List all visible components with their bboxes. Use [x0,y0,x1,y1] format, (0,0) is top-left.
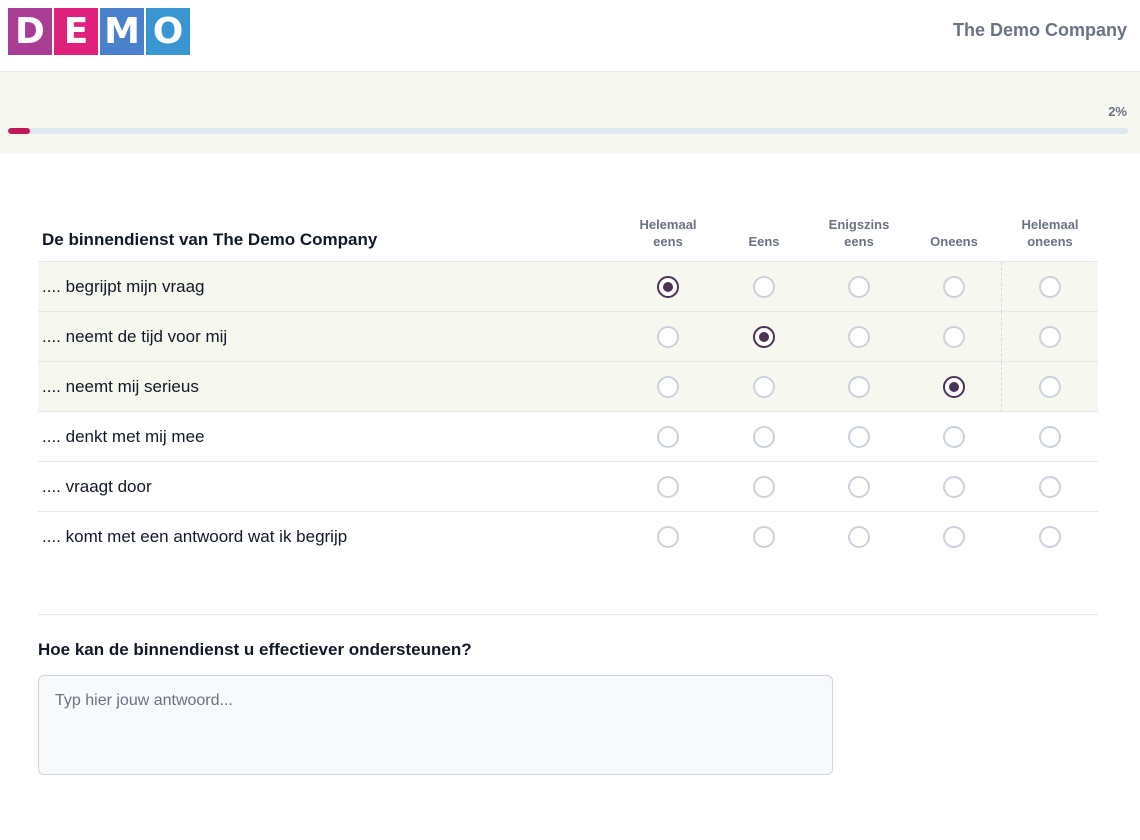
column-separator [1001,362,1002,412]
matrix-rows: .... begrijpt mijn vraag .... neemt de ti… [38,262,1098,562]
demo-logo: D E M O [8,8,190,55]
rating-radio[interactable] [943,476,965,498]
statement-label: .... neemt mij serieus [42,377,199,396]
rating-radio[interactable] [1039,426,1061,448]
logo-letter: E [54,8,98,55]
progress-percentage: 2% [1108,104,1127,119]
column-header-text: Oneens [930,233,978,250]
rating-radio[interactable] [753,476,775,498]
rating-radio[interactable] [1039,476,1061,498]
rating-radio[interactable] [657,476,679,498]
statement-label: .... neemt de tijd voor mij [42,327,228,346]
answer-textarea[interactable] [38,675,833,775]
logo-letter: M [100,8,144,55]
rating-radio[interactable] [943,426,965,448]
column-separator [1001,262,1002,312]
rating-radio[interactable] [943,376,965,398]
rating-radio[interactable] [848,376,870,398]
matrix-row: .... komt met een antwoord wat ik begrij… [38,512,1098,562]
column-header: Enigszins eens [811,216,907,250]
logo-letter: D [8,8,52,55]
column-header-text: Helemaal eens [639,216,696,250]
open-question-label: Hoe kan de binnendienst u effectiever on… [38,640,472,659]
column-header: Oneens [906,216,1002,250]
column-header: Helemaal eens [620,216,716,250]
matrix-row: .... begrijpt mijn vraag [38,262,1098,312]
rating-radio[interactable] [943,326,965,348]
logo-letter: O [146,8,190,55]
rating-radio[interactable] [657,526,679,548]
rating-radio[interactable] [848,326,870,348]
rating-radio[interactable] [943,526,965,548]
matrix-row: .... neemt mij serieus [38,362,1098,412]
matrix-title: De binnendienst van The Demo Company [42,230,378,249]
column-header-line: Eens [748,234,780,249]
rating-matrix: De binnendienst van The Demo Company Hel… [38,200,1098,562]
column-header-text: Enigszins eens [829,216,890,250]
column-separator [1001,312,1002,362]
rating-radio[interactable] [753,276,775,298]
column-header-line: Enigszins [828,217,890,232]
rating-radio[interactable] [753,426,775,448]
progress-bar [8,128,1128,134]
statement-label: .... denkt met mij mee [42,427,205,446]
rating-radio[interactable] [943,276,965,298]
column-header-text: Eens [748,233,779,250]
rating-radio[interactable] [657,326,679,348]
section-divider [38,614,1098,615]
column-header-line: oneens [1027,234,1073,249]
rating-radio[interactable] [753,376,775,398]
statement-label: .... komt met een antwoord wat ik begrij… [42,527,348,546]
matrix-row: .... neemt de tijd voor mij [38,312,1098,362]
company-name: The Demo Company [952,20,1127,40]
column-header-line: eens [653,234,683,249]
statement-label: .... begrijpt mijn vraag [42,277,205,296]
site-header: D E M O The Demo Company [0,0,1140,72]
rating-radio[interactable] [657,276,679,298]
column-header-line: eens [844,234,874,249]
rating-radio[interactable] [848,476,870,498]
rating-radio[interactable] [848,426,870,448]
matrix-row: .... denkt met mij mee [38,412,1098,462]
rating-radio[interactable] [1039,276,1061,298]
rating-radio[interactable] [1039,326,1061,348]
column-header: Helemaal oneens [1002,216,1098,250]
matrix-row: .... vraagt door [38,462,1098,512]
rating-radio[interactable] [657,376,679,398]
column-header-line: Helemaal [1021,217,1079,232]
column-header-line: Helemaal [639,217,697,232]
progress-fill [8,128,31,134]
statement-label: .... vraagt door [42,477,152,496]
column-header-text: Helemaal oneens [1021,216,1078,250]
rating-radio[interactable] [753,526,775,548]
column-header-line: Oneens [930,234,978,249]
rating-radio[interactable] [1039,526,1061,548]
progress-section: 2% [0,72,1140,154]
rating-radio[interactable] [657,426,679,448]
rating-radio[interactable] [753,326,775,348]
matrix-header: De binnendienst van The Demo Company Hel… [38,200,1098,262]
column-header: Eens [716,216,812,250]
rating-radio[interactable] [1039,376,1061,398]
rating-radio[interactable] [848,276,870,298]
rating-radio[interactable] [848,526,870,548]
